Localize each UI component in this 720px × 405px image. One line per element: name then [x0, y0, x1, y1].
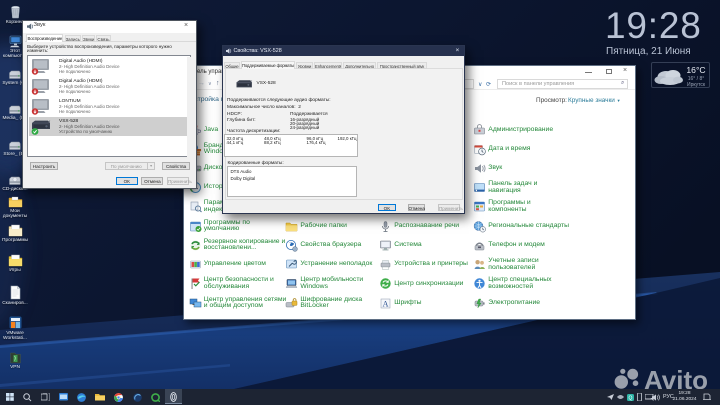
svg-text:Q: Q	[629, 395, 633, 401]
svg-text:A: A	[383, 299, 389, 308]
svg-text:Avito: Avito	[644, 365, 708, 391]
